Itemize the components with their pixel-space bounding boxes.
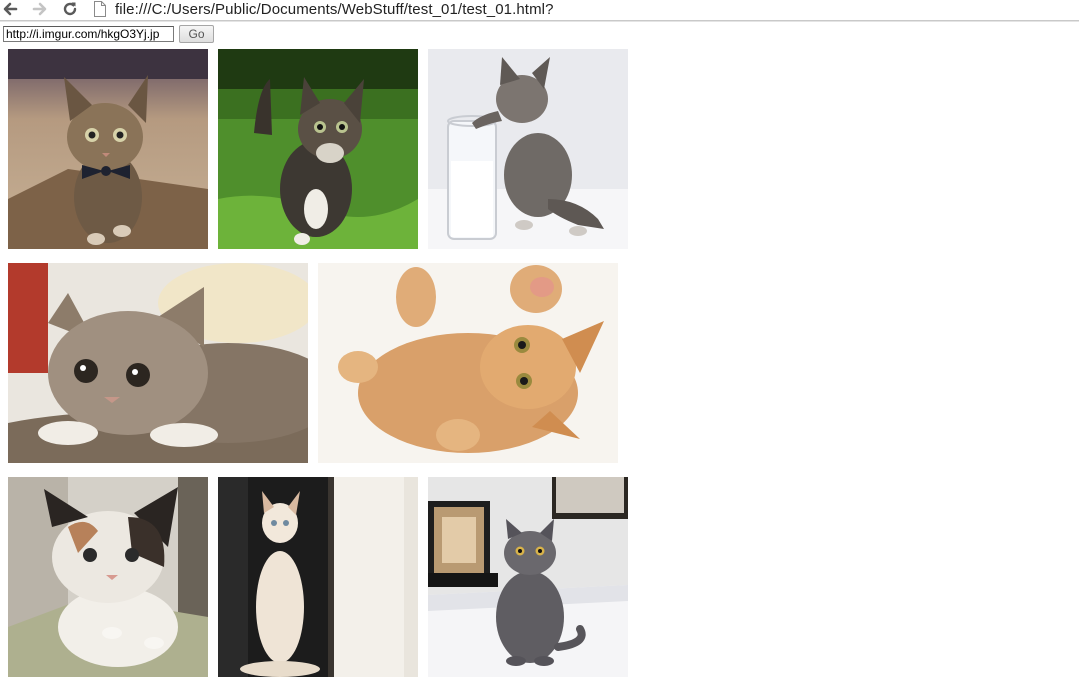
back-button[interactable] bbox=[0, 0, 20, 18]
arrow-right-icon bbox=[32, 2, 47, 16]
arrow-left-icon bbox=[3, 2, 18, 16]
page-document-icon bbox=[94, 1, 106, 17]
browser-toolbar: file:///C:/Users/Public/Documents/WebStu… bbox=[0, 0, 1079, 21]
kitten-grass-image bbox=[218, 49, 418, 249]
forward-button[interactable] bbox=[30, 0, 50, 18]
kitten-milk-glass-image bbox=[428, 49, 628, 249]
cat-gray-bed-image bbox=[428, 477, 628, 677]
go-button[interactable]: Go bbox=[179, 25, 214, 43]
reload-button[interactable] bbox=[60, 0, 80, 18]
kitten-lying-blanket-image bbox=[8, 263, 308, 463]
cat-white-longhair-image bbox=[218, 477, 418, 677]
reload-icon bbox=[63, 2, 77, 16]
kitten-rolling-paws-up-image bbox=[318, 263, 618, 463]
image-url-input[interactable] bbox=[3, 26, 174, 42]
address-bar-url[interactable]: file:///C:/Users/Public/Documents/WebStu… bbox=[115, 0, 554, 19]
kitten-calico-image bbox=[8, 477, 208, 677]
kitten-bowtie-image bbox=[8, 49, 208, 249]
